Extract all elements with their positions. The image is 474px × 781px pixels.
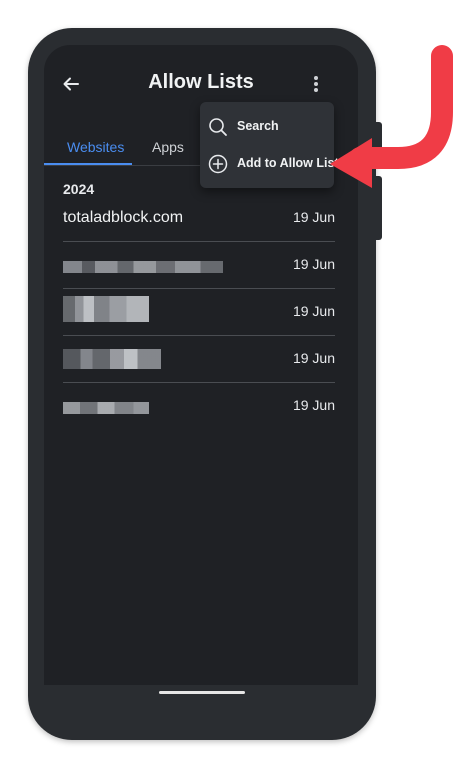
menu-item-label: Add to Allow List [237, 156, 339, 170]
row-divider [63, 288, 335, 289]
more-vertical-icon [314, 76, 318, 80]
date-added: 19 Jun [292, 209, 335, 225]
power-button [376, 176, 382, 240]
add-circle-icon [208, 154, 228, 174]
date-added: 19 Jun [292, 303, 335, 319]
menu-item-search[interactable]: Search [200, 109, 334, 145]
list-item[interactable]: 19 Jun [63, 384, 335, 430]
redacted-website-name [63, 261, 223, 273]
menu-item-add-to-allow-list[interactable]: Add to Allow List [200, 146, 339, 182]
home-indicator [159, 691, 245, 694]
website-name: totaladblock.com [63, 209, 184, 226]
tab-websites[interactable]: Websites [67, 139, 124, 155]
overflow-menu: Search Add to Allow List [200, 102, 339, 188]
date-added: 19 Jun [292, 256, 335, 272]
row-divider [63, 382, 335, 383]
redacted-website-name [63, 402, 149, 414]
menu-item-label: Search [237, 119, 279, 133]
list-item[interactable]: 19 Jun [63, 290, 335, 336]
redacted-website-name [63, 349, 161, 369]
date-added: 19 Jun [292, 397, 335, 413]
redacted-website-name [63, 296, 149, 322]
search-icon [209, 118, 227, 136]
list-item[interactable]: 19 Jun [63, 243, 335, 289]
list-item[interactable]: 19 Jun [63, 337, 335, 383]
volume-button [376, 122, 382, 166]
date-added: 19 Jun [292, 350, 335, 366]
more-options-button[interactable] [306, 71, 326, 97]
section-header-year: 2024 [63, 181, 95, 197]
list-item[interactable]: totaladblock.com 19 Jun [63, 196, 335, 242]
tab-apps[interactable]: Apps [152, 139, 184, 155]
row-divider [63, 241, 335, 242]
row-divider [63, 335, 335, 336]
